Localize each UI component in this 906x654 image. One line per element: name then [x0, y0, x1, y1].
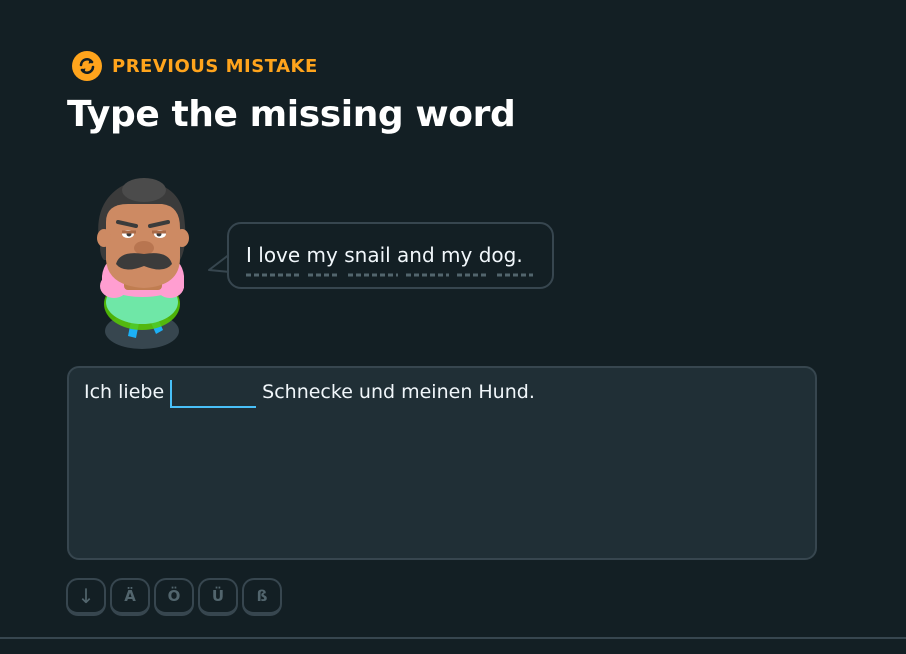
prompt-sentence[interactable]: I love my snail and my dog.	[246, 243, 523, 267]
exercise-sentence: Ich liebe Schnecke und meinen Hund.	[84, 380, 535, 408]
sentence-suffix: Schnecke und meinen Hund.	[262, 381, 535, 403]
refresh-icon	[72, 51, 102, 81]
key-u-umlaut[interactable]: Ü	[198, 578, 238, 616]
speech-bubble: I love my snail and my dog.	[227, 222, 554, 289]
key-eszett[interactable]: ß	[242, 578, 282, 616]
special-character-keys: ↓ Ä Ö Ü ß	[66, 578, 282, 616]
sentence-prefix: Ich liebe	[84, 381, 165, 403]
page-title: Type the missing word	[67, 94, 516, 135]
previous-mistake-label: PREVIOUS MISTAKE	[112, 55, 318, 77]
key-o-umlaut[interactable]: Ö	[154, 578, 194, 616]
character-illustration	[84, 176, 194, 352]
answer-box: Ich liebe Schnecke und meinen Hund.	[67, 366, 817, 560]
footer-divider	[0, 637, 906, 639]
hint-underline	[246, 273, 533, 277]
key-a-umlaut[interactable]: Ä	[110, 578, 150, 616]
arrow-down-icon[interactable]: ↓	[66, 578, 106, 616]
missing-word-input[interactable]	[170, 380, 257, 408]
previous-mistake-header: PREVIOUS MISTAKE	[72, 51, 318, 81]
